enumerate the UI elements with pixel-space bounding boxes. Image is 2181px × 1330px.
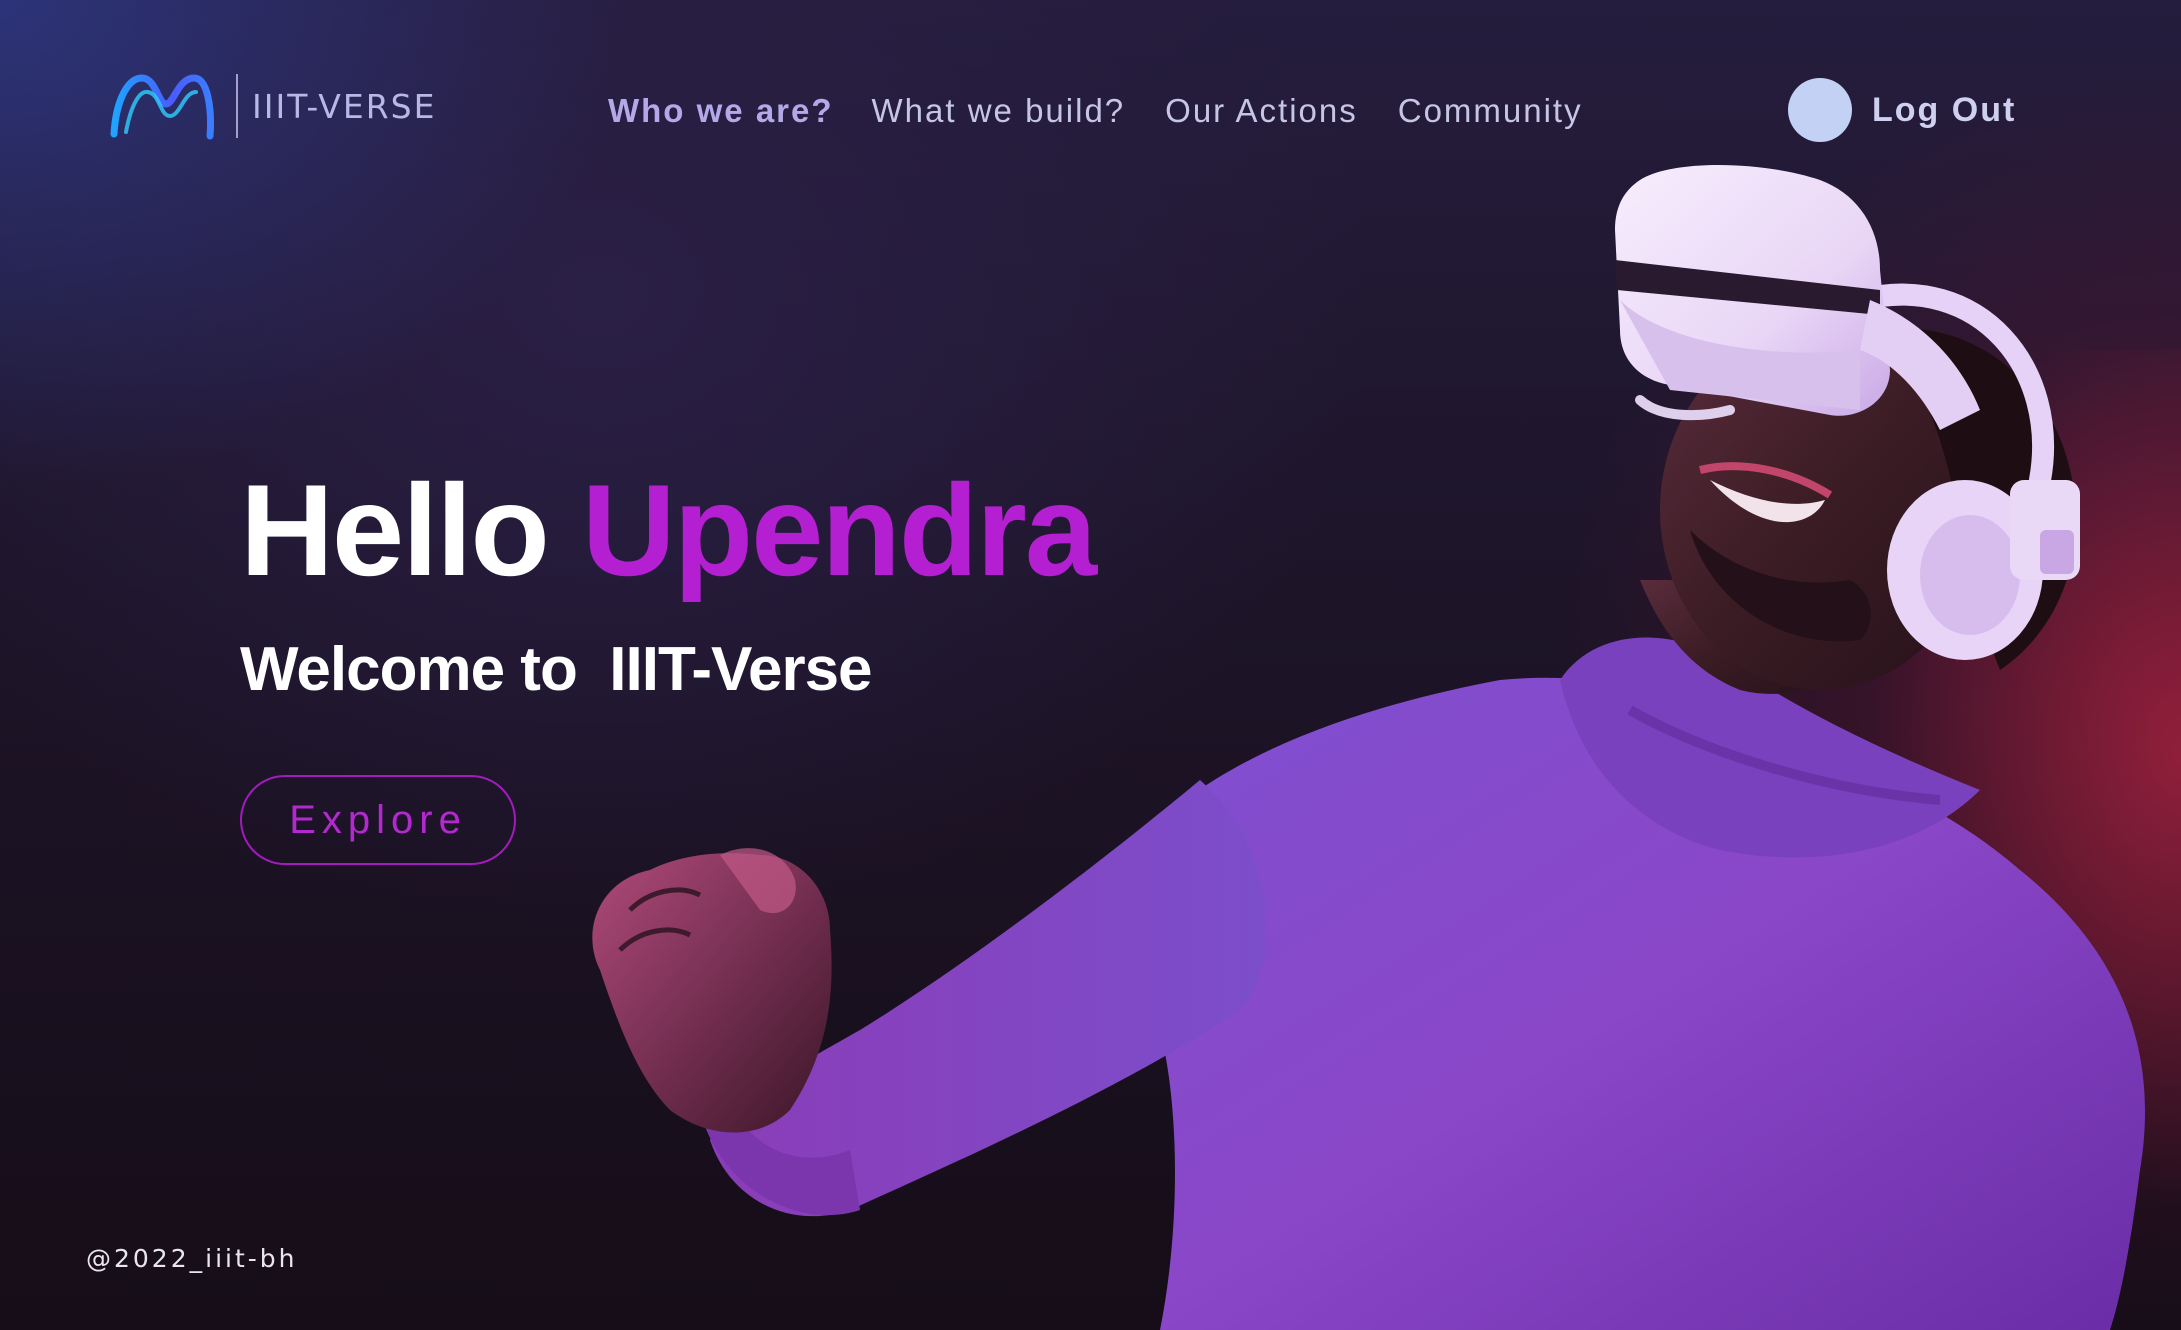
footer-handle: @2022_iiit-bh: [86, 1244, 298, 1273]
hero-section: Hello Upendra Welcome to IIIT-Verse Explo…: [240, 457, 1097, 865]
logo-divider: [236, 74, 238, 138]
top-header: IIIT-VERSE Who we are? What we build? Ou…: [0, 0, 2181, 220]
meta-style-logo-icon: [110, 74, 214, 140]
avatar[interactable]: [1788, 78, 1852, 142]
main-nav: Who we are? What we build? Our Actions C…: [608, 92, 1623, 130]
logout-button[interactable]: Log Out: [1872, 91, 2016, 130]
user-area: Log Out: [1788, 78, 2016, 142]
explore-button[interactable]: Explore: [240, 775, 516, 865]
welcome-subtitle: Welcome to IIIT-Verse: [240, 635, 873, 704]
greeting-word: Hello: [240, 457, 550, 603]
greeting-heading: Hello Upendra: [240, 457, 1097, 603]
user-name: Upendra: [581, 457, 1097, 603]
site-logo[interactable]: IIIT-VERSE: [108, 70, 436, 142]
nav-item-who-we-are[interactable]: Who we are?: [608, 92, 834, 130]
nav-item-what-we-build[interactable]: What we build?: [872, 92, 1126, 130]
logo-text: IIIT-VERSE: [252, 86, 437, 126]
nav-item-our-actions[interactable]: Our Actions: [1165, 92, 1358, 130]
nav-item-community[interactable]: Community: [1398, 92, 1583, 130]
landing-page: IIIT-VERSE Who we are? What we build? Ou…: [0, 0, 2181, 1330]
